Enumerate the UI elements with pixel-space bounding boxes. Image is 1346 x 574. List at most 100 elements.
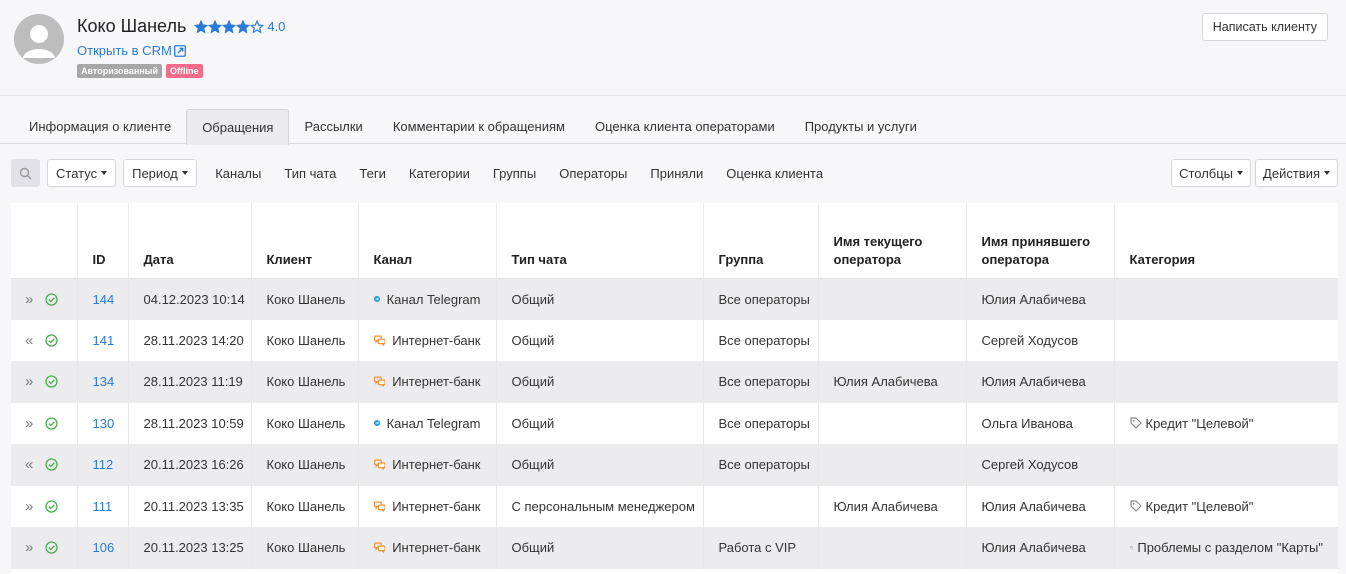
rating-stars: 4.0 — [194, 19, 285, 34]
channel-cell: Интернет-банк — [358, 361, 497, 403]
category-cell — [1114, 361, 1338, 403]
client-cell: Коко Шанель — [251, 527, 359, 569]
expand-toggle-icon[interactable]: » — [25, 292, 35, 307]
accepted-operator-cell: Сергей Ходусов — [966, 444, 1115, 486]
check-circle-icon — [45, 541, 58, 554]
chat-type-cell: Общий — [496, 319, 704, 361]
filter-chat-type[interactable]: Тип чата — [273, 159, 348, 187]
search-icon — [19, 167, 32, 180]
category-tag: Кредит "Целевой" — [1129, 415, 1324, 431]
channel-cell: Канал Telegram — [358, 402, 497, 444]
table-row[interactable]: » 130 28.11.2023 10:59 Коко Шанель Канал Tel… — [11, 402, 1338, 444]
filter-client-rating[interactable]: Оценка клиента — [715, 159, 835, 187]
client-cell: Коко Шанель — [251, 278, 359, 320]
telegram-icon — [373, 420, 380, 427]
channel-cell: Интернет-банк — [358, 319, 497, 361]
channel-label: Интернет-банк — [392, 540, 481, 556]
appeal-id-link[interactable]: 112 — [77, 444, 129, 486]
channel-label: Интернет-банк — [392, 457, 481, 473]
date-cell: 20.11.2023 13:35 — [128, 485, 252, 527]
tab-appeal-comments[interactable]: Комментарии к обращениям — [378, 109, 580, 144]
filter-channels[interactable]: Каналы — [204, 159, 273, 187]
status-filter-dropdown[interactable]: Статус — [47, 159, 117, 187]
star-filled-icon — [194, 19, 209, 33]
category-tag: Проблемы с разделом "Карты" — [1129, 540, 1323, 555]
expand-toggle-icon[interactable]: » — [25, 416, 35, 431]
col-channel-header[interactable]: Канал — [358, 203, 497, 279]
category-label: Кредит "Целевой" — [1145, 415, 1254, 431]
date-cell: 28.11.2023 10:59 — [128, 402, 252, 444]
actions-dropdown[interactable]: Действия — [1255, 159, 1338, 187]
col-current-operator-header[interactable]: Имя текущего оператора — [818, 203, 967, 279]
filter-operators[interactable]: Операторы — [548, 159, 639, 187]
appeal-id-link[interactable]: 111 — [77, 485, 129, 527]
col-id-header[interactable]: ID — [77, 203, 129, 279]
group-cell: Все операторы — [703, 319, 819, 361]
open-in-crm-link[interactable]: Открыть в CRM — [77, 43, 186, 58]
filters-right-group: Столбцы Действия — [1167, 159, 1338, 187]
chat-bubbles-icon — [373, 542, 386, 554]
category-cell: Кредит "Целевой" — [1114, 485, 1338, 527]
tab-operator-ratings[interactable]: Оценка клиента операторами — [580, 109, 790, 144]
telegram-icon — [373, 295, 380, 303]
col-chat-type-header[interactable]: Тип чата — [496, 203, 704, 279]
caret-down-icon — [1324, 171, 1330, 175]
row-actions-cell: » — [11, 361, 78, 403]
appeal-id-link[interactable]: 141 — [77, 319, 129, 361]
accepted-operator-cell: Ольга Иванова — [966, 402, 1115, 444]
chat-type-cell: Общий — [496, 402, 704, 444]
client-cell: Коко Шанель — [251, 485, 359, 527]
group-cell: Все операторы — [703, 444, 819, 486]
tab-appeals[interactable]: Обращения — [186, 109, 290, 145]
tab-mailings[interactable]: Рассылки — [289, 109, 377, 144]
caret-down-icon — [1237, 171, 1244, 175]
columns-dropdown[interactable]: Столбцы — [1171, 159, 1252, 187]
write-to-client-button[interactable]: Написать клиенту — [1201, 13, 1328, 41]
filter-tags[interactable]: Теги — [348, 159, 397, 187]
col-accepted-operator-header[interactable]: Имя принявшего оператора — [966, 203, 1115, 279]
tag-icon — [1129, 500, 1142, 512]
col-date-header[interactable]: Дата — [128, 203, 252, 279]
appeal-id-link[interactable]: 106 — [77, 527, 129, 569]
filter-groups[interactable]: Группы — [481, 159, 547, 187]
appeal-id-link[interactable]: 144 — [77, 278, 129, 320]
table-row[interactable]: « 112 20.11.2023 16:26 Коко Шанель Интернет-… — [11, 444, 1338, 486]
search-button[interactable] — [11, 159, 40, 187]
filter-categories[interactable]: Категории — [397, 159, 481, 187]
current-operator-cell — [818, 278, 967, 320]
group-cell: Все операторы — [703, 361, 819, 403]
col-category-header[interactable]: Категория — [1114, 203, 1338, 279]
table-row[interactable]: » 106 20.11.2023 13:25 Коко Шанель Интернет-… — [11, 527, 1338, 569]
authorized-badge: Авторизованный — [77, 64, 162, 78]
filter-accepted[interactable]: Приняли — [639, 159, 715, 187]
date-cell: 20.11.2023 16:26 — [128, 444, 252, 486]
col-group-header[interactable]: Группа — [703, 203, 819, 279]
period-filter-dropdown[interactable]: Период — [123, 159, 197, 187]
check-circle-icon — [45, 334, 58, 347]
client-name-row: Коко Шанель 4.0 — [77, 16, 285, 37]
table-row[interactable]: » 144 04.12.2023 10:14 Коко Шанель Канал Tel… — [11, 278, 1338, 320]
expand-toggle-icon[interactable]: » — [25, 374, 35, 389]
date-cell: 28.11.2023 11:19 — [128, 361, 252, 403]
appeal-id-link[interactable]: 134 — [77, 361, 129, 403]
expand-toggle-icon[interactable]: » — [25, 540, 35, 555]
tab-products-services[interactable]: Продукты и услуги — [790, 109, 932, 144]
table-row[interactable]: « 141 28.11.2023 14:20 Коко Шанель Интернет-… — [11, 319, 1338, 361]
appeal-id-link[interactable]: 130 — [77, 402, 129, 444]
table-row[interactable]: » 134 28.11.2023 11:19 Коко Шанель Интернет-… — [11, 361, 1338, 403]
check-circle-icon — [45, 500, 58, 513]
current-operator-cell — [818, 402, 967, 444]
external-link-icon — [173, 44, 186, 57]
client-cell: Коко Шанель — [251, 402, 359, 444]
filters-bar: Статус Период Каналы Тип чата Теги Катег… — [11, 159, 1338, 187]
table-row[interactable]: » 111 20.11.2023 13:35 Коко Шанель Интернет-… — [11, 485, 1338, 527]
col-client-header[interactable]: Клиент — [251, 203, 359, 279]
accepted-operator-cell: Юлия Алабичева — [966, 361, 1115, 403]
accepted-operator-cell: Юлия Алабичева — [966, 278, 1115, 320]
row-actions-cell: » — [11, 485, 78, 527]
expand-toggle-icon[interactable]: » — [25, 499, 35, 514]
expand-toggle-icon[interactable]: « — [25, 333, 35, 348]
chat-bubbles-icon — [373, 376, 386, 388]
tab-client-info[interactable]: Информация о клиенте — [14, 109, 186, 144]
expand-toggle-icon[interactable]: « — [25, 457, 35, 472]
